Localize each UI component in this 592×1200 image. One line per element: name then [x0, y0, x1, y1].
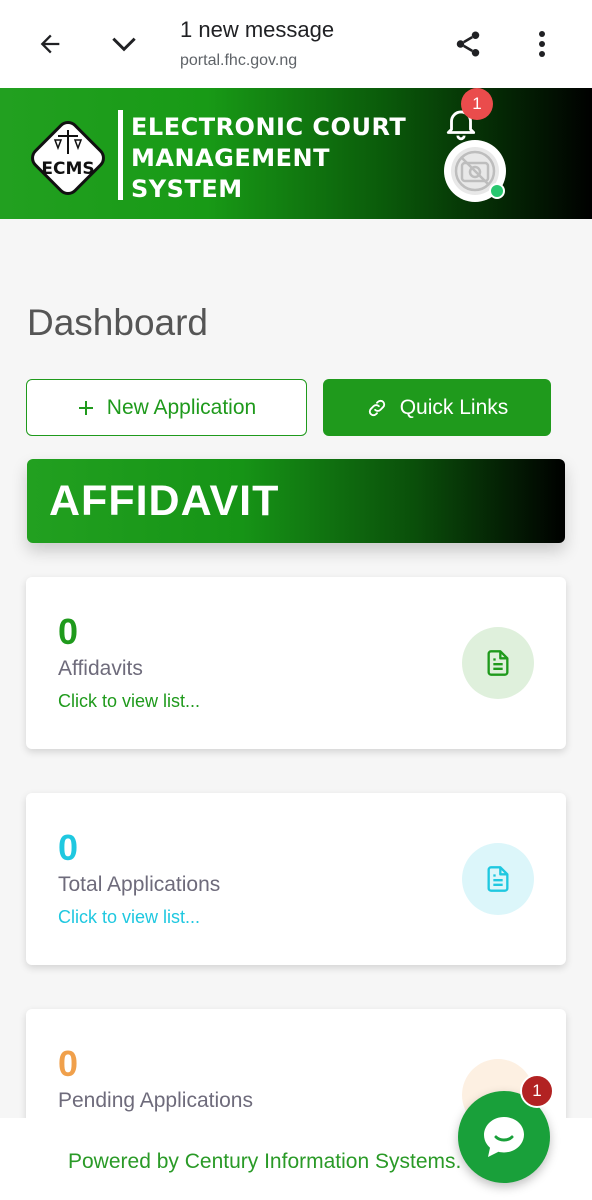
browser-toolbar: 1 new message portal.fhc.gov.ng [0, 0, 592, 88]
chat-bubble-icon [484, 1117, 524, 1157]
chat-badge: 1 [520, 1074, 554, 1108]
share-icon[interactable] [446, 22, 490, 66]
section-title: AFFIDAVIT [49, 477, 280, 525]
stat-label: Pending Applications [58, 1089, 253, 1112]
stat-value: 0 [58, 1043, 79, 1084]
plus-icon [78, 400, 93, 415]
notification-badge: 1 [461, 88, 493, 120]
view-list-link[interactable]: Click to view list... [58, 691, 200, 712]
new-application-button[interactable]: New Application [26, 379, 307, 436]
document-icon [462, 843, 534, 915]
link-icon [368, 399, 385, 416]
quick-links-button[interactable]: Quick Links [323, 379, 551, 436]
document-icon [462, 627, 534, 699]
view-list-link[interactable]: Click to view list... [58, 907, 200, 928]
online-status-dot [489, 183, 505, 199]
stat-value: 0 [58, 611, 79, 652]
stat-value: 0 [58, 827, 79, 868]
browser-url[interactable]: portal.fhc.gov.ng [180, 52, 297, 70]
logo-divider [118, 110, 123, 200]
ecms-logo[interactable]: ECMS [28, 118, 108, 198]
page-title: Dashboard [27, 302, 209, 343]
back-arrow-icon[interactable] [28, 22, 72, 66]
chevron-down-icon[interactable] [102, 22, 146, 66]
browser-title: 1 new message [180, 17, 335, 42]
stat-label: Total Applications [58, 873, 221, 896]
total-applications-card[interactable]: 0 Total Applications Click to view list.… [26, 793, 566, 965]
stat-label: Affidavits [58, 657, 143, 680]
more-vert-icon[interactable] [520, 22, 564, 66]
app-name: ELECTRONIC COURT MANAGEMENT SYSTEM [131, 113, 407, 203]
section-banner: AFFIDAVIT [27, 459, 565, 543]
footer-text: Powered by Century Information Systems. [68, 1150, 462, 1173]
affidavits-card[interactable]: 0 Affidavits Click to view list... [26, 577, 566, 749]
svg-text:ECMS: ECMS [41, 159, 94, 179]
